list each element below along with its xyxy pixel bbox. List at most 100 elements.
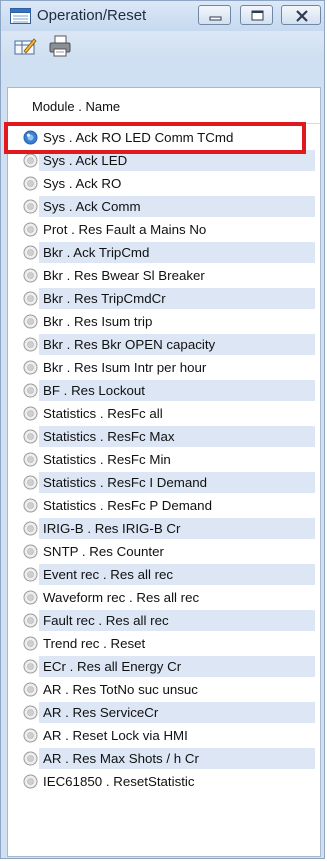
radio-icon[interactable] — [23, 682, 38, 697]
list-item[interactable]: Waveform rec . Res all rec — [8, 586, 320, 609]
close-button[interactable] — [281, 5, 321, 25]
list-item-label: Bkr . Res Isum Intr per hour — [43, 360, 207, 375]
radio-icon[interactable] — [23, 659, 38, 674]
list-item[interactable]: SNTP . Res Counter — [8, 540, 320, 563]
window-app-icon — [10, 8, 31, 24]
radio-icon[interactable] — [23, 268, 38, 283]
radio-icon[interactable] — [23, 498, 38, 513]
radio-icon[interactable] — [23, 774, 38, 789]
list-item[interactable]: Sys . Ack RO LED Comm TCmd — [8, 126, 320, 149]
maximize-button[interactable] — [240, 5, 273, 25]
list-item[interactable]: Sys . Ack RO — [8, 172, 320, 195]
radio-icon[interactable] — [23, 452, 38, 467]
radio-icon[interactable] — [23, 728, 38, 743]
list-item[interactable]: Statistics . ResFc Min — [8, 448, 320, 471]
list-item-label: AR . Reset Lock via HMI — [43, 728, 188, 743]
title-bar[interactable]: Operation/Reset — [1, 1, 324, 31]
radio-icon[interactable] — [23, 406, 38, 421]
list-item[interactable]: AR . Res TotNo suc unsuc — [8, 678, 320, 701]
reset-list-panel: Module . Name Sys . Ack RO LED Comm TCmd… — [7, 87, 321, 857]
radio-icon[interactable] — [23, 314, 38, 329]
list-item[interactable]: Statistics . ResFc all — [8, 402, 320, 425]
list-item[interactable]: Fault rec . Res all rec — [8, 609, 320, 632]
radio-icon[interactable] — [23, 153, 38, 168]
radio-icon[interactable] — [23, 383, 38, 398]
radio-selected-icon[interactable] — [23, 130, 38, 145]
list-item[interactable]: Event rec . Res all rec — [8, 563, 320, 586]
list-item[interactable]: Prot . Res Fault a Mains No — [8, 218, 320, 241]
list-item-label: AR . Res TotNo suc unsuc — [43, 682, 198, 697]
list-item[interactable]: Sys . Ack Comm — [8, 195, 320, 218]
radio-icon[interactable] — [23, 751, 38, 766]
radio-icon[interactable] — [23, 429, 38, 444]
list-item-label: AR . Res ServiceCr — [43, 705, 159, 720]
maximize-icon — [251, 10, 264, 21]
list-item[interactable]: ECr . Res all Energy Cr — [8, 655, 320, 678]
reset-list: Sys . Ack RO LED Comm TCmd Sys . Ack LED S… — [8, 126, 320, 793]
list-item-label: Bkr . Res TripCmdCr — [43, 291, 166, 306]
list-item-label: Trend rec . Reset — [43, 636, 146, 651]
list-item[interactable]: Sys . Ack LED — [8, 149, 320, 172]
radio-icon[interactable] — [23, 222, 38, 237]
radio-icon[interactable] — [23, 245, 38, 260]
list-item-label: Statistics . ResFc Max — [43, 429, 175, 444]
list-item-label: Fault rec . Res all rec — [43, 613, 169, 628]
list-item-label: Event rec . Res all rec — [43, 567, 174, 582]
list-item[interactable]: Bkr . Res Bwear Sl Breaker — [8, 264, 320, 287]
list-item[interactable]: Bkr . Res TripCmdCr — [8, 287, 320, 310]
list-item-label: IEC61850 . ResetStatistic — [43, 774, 195, 789]
close-icon — [296, 10, 308, 22]
radio-icon[interactable] — [23, 521, 38, 536]
radio-icon[interactable] — [23, 590, 38, 605]
list-item[interactable]: Statistics . ResFc I Demand — [8, 471, 320, 494]
list-item[interactable]: IRIG-B . Res IRIG-B Cr — [8, 517, 320, 540]
radio-icon[interactable] — [23, 613, 38, 628]
list-item-label: Waveform rec . Res all rec — [43, 590, 200, 605]
radio-icon[interactable] — [23, 636, 38, 651]
column-header[interactable]: Module . Name — [8, 88, 320, 124]
list-item-label: Bkr . Res Bwear Sl Breaker — [43, 268, 205, 283]
list-item-label: IRIG-B . Res IRIG-B Cr — [43, 521, 181, 536]
radio-icon[interactable] — [23, 544, 38, 559]
list-item[interactable]: AR . Res Max Shots / h Cr — [8, 747, 320, 770]
radio-icon[interactable] — [23, 567, 38, 582]
list-item-label: Sys . Ack RO — [43, 176, 122, 191]
operation-reset-window: Operation/Reset Module . Name Sys . Ack … — [0, 0, 325, 859]
list-item[interactable]: Bkr . Res Isum Intr per hour — [8, 356, 320, 379]
list-item-label: Statistics . ResFc Min — [43, 452, 171, 467]
list-item-label: Statistics . ResFc I Demand — [43, 475, 208, 490]
minimize-icon — [209, 16, 222, 21]
edit-button[interactable] — [12, 34, 38, 58]
radio-icon[interactable] — [23, 176, 38, 191]
list-item[interactable]: Bkr . Res Isum trip — [8, 310, 320, 333]
minimize-button[interactable] — [198, 5, 231, 25]
list-item[interactable]: IEC61850 . ResetStatistic — [8, 770, 320, 793]
list-item-label: Bkr . Res Bkr OPEN capacity — [43, 337, 216, 352]
list-item-label: ECr . Res all Energy Cr — [43, 659, 182, 674]
list-item-label: Sys . Ack LED — [43, 153, 128, 168]
list-item[interactable]: Bkr . Res Bkr OPEN capacity — [8, 333, 320, 356]
list-item[interactable]: Bkr . Ack TripCmd — [8, 241, 320, 264]
list-item-label: Bkr . Res Isum trip — [43, 314, 153, 329]
radio-icon[interactable] — [23, 337, 38, 352]
radio-icon[interactable] — [23, 360, 38, 375]
list-item-label: Statistics . ResFc all — [43, 406, 163, 421]
edit-table-icon — [14, 38, 37, 55]
list-item-label: Sys . Ack RO LED Comm TCmd — [43, 130, 234, 145]
list-item-label: Statistics . ResFc P Demand — [43, 498, 212, 513]
list-item[interactable]: AR . Reset Lock via HMI — [8, 724, 320, 747]
list-item[interactable]: BF . Res Lockout — [8, 379, 320, 402]
print-button[interactable] — [47, 34, 73, 58]
window-title: Operation/Reset — [37, 7, 147, 24]
list-item[interactable]: Statistics . ResFc P Demand — [8, 494, 320, 517]
radio-icon[interactable] — [23, 705, 38, 720]
list-item-label: Bkr . Ack TripCmd — [43, 245, 150, 260]
toolbar — [1, 31, 324, 61]
list-item[interactable]: AR . Res ServiceCr — [8, 701, 320, 724]
radio-icon[interactable] — [23, 291, 38, 306]
list-item-label: BF . Res Lockout — [43, 383, 145, 398]
radio-icon[interactable] — [23, 475, 38, 490]
radio-icon[interactable] — [23, 199, 38, 214]
list-item[interactable]: Statistics . ResFc Max — [8, 425, 320, 448]
list-item[interactable]: Trend rec . Reset — [8, 632, 320, 655]
